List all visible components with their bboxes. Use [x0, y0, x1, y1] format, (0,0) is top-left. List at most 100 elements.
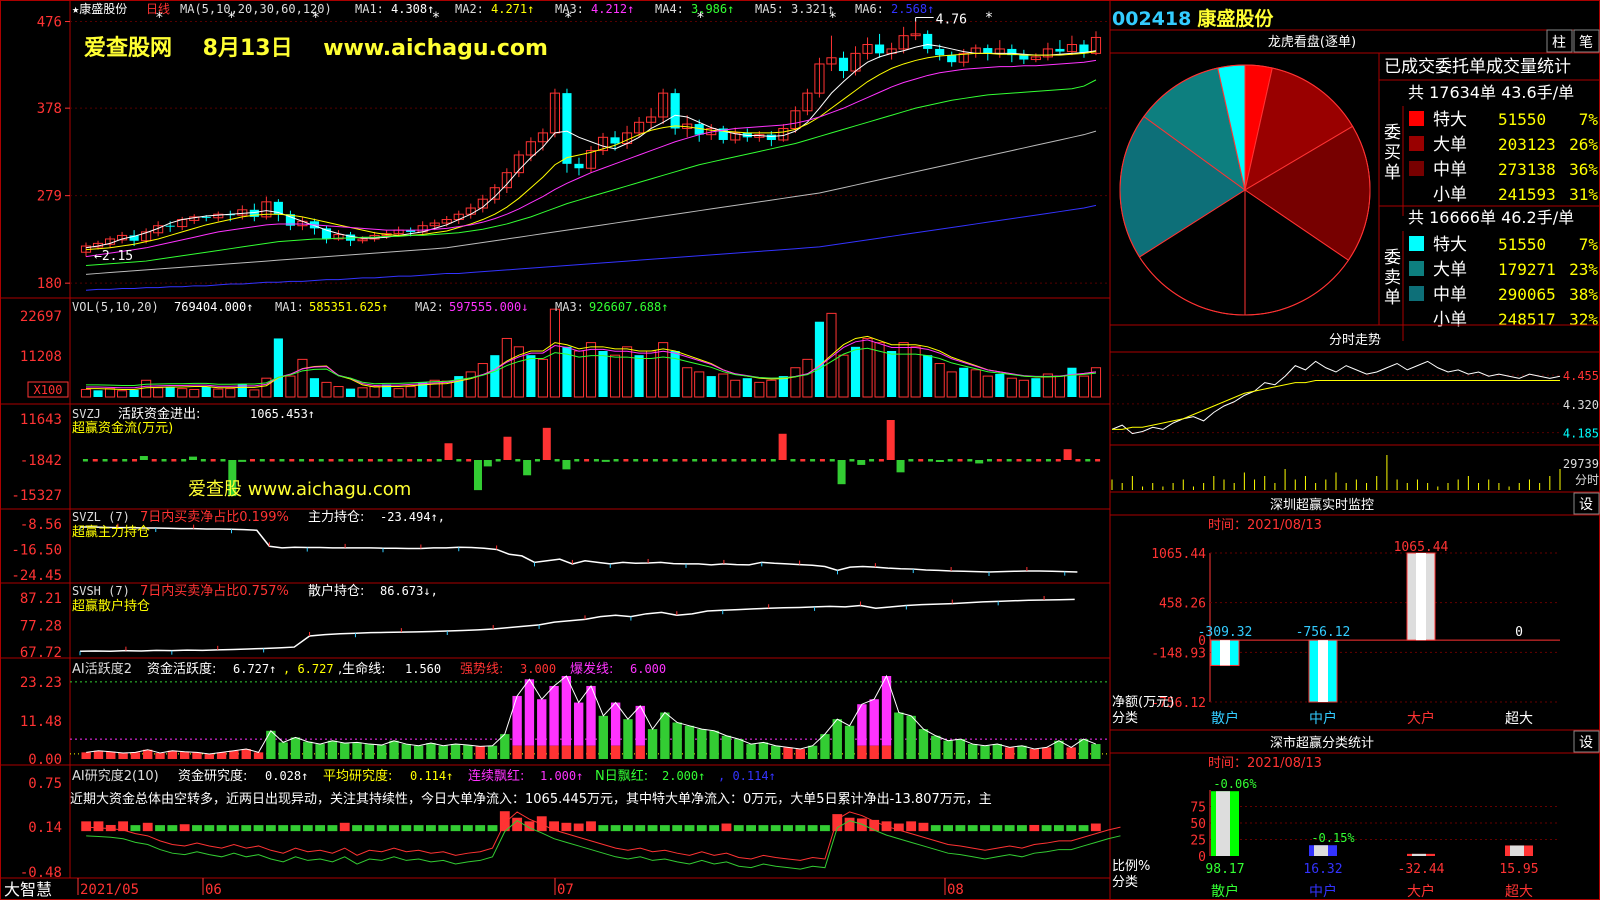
flow-dash [633, 459, 639, 462]
vol-bar [1018, 379, 1029, 398]
flow-dash [132, 459, 138, 462]
activity-bar [376, 745, 387, 759]
activity-bar [340, 743, 350, 759]
svzl-y-tick: -24.45 [11, 568, 62, 584]
stock-terminal: 476378279180★康盛股份 日线 MA(5,10,20,30,60,120)… [0, 0, 1600, 900]
vol-bar [93, 390, 103, 397]
research-bar [401, 825, 412, 832]
vol-bar [1042, 373, 1053, 398]
szfl-time: 时间：2021/08/13 [1208, 756, 1322, 771]
lhb-title: 龙虎看盘(逐单) [1268, 34, 1356, 50]
buy-row-pct: 36% [1569, 160, 1598, 179]
buy-row-value: 241593 [1498, 185, 1556, 204]
star-marker: * [828, 10, 836, 26]
research-bar [1029, 824, 1040, 832]
research-bar [647, 825, 658, 832]
research-bar [241, 825, 252, 832]
activity-bar [943, 740, 953, 759]
activity-bar [537, 745, 547, 759]
activity-bar [327, 740, 338, 759]
vol-bar [730, 379, 741, 398]
aihy-v4: 6.000 [630, 662, 666, 676]
y-tick-label: 378 [37, 101, 62, 117]
activity-bar [721, 735, 732, 759]
activity-bar [167, 750, 178, 759]
research-bar [561, 822, 572, 832]
vol-bar [1067, 367, 1077, 397]
research-bar [302, 825, 313, 832]
szfl-bar-label: 16.32 [1303, 862, 1342, 877]
research-bar [438, 825, 449, 832]
research-bar [918, 822, 929, 832]
ma-value: 4.212↑ [591, 2, 634, 16]
vol-bar [477, 363, 488, 398]
research-bar [1041, 825, 1052, 832]
szjk-bar-label: 0 [1515, 625, 1523, 640]
vol-bar [682, 367, 693, 398]
aiyj-v2: 0.114↑ [410, 769, 453, 783]
activity-bar [352, 742, 362, 759]
flow-dash [122, 459, 128, 462]
szfl-ylabel: 比例% [1112, 859, 1150, 874]
szjk-cat: 大户 [1407, 710, 1435, 727]
flow-bar [139, 456, 148, 460]
intraday-vol-label: 分时 [1575, 473, 1599, 487]
time-label: 07 [557, 882, 574, 898]
vol-bar [718, 373, 729, 398]
buy-row-pct: 7% [1579, 110, 1599, 129]
flow-bar [444, 443, 453, 460]
flow-dash [692, 459, 698, 462]
vol-ma-value: 585351.625↑ [309, 300, 388, 314]
vol-bar [706, 376, 716, 397]
activity-bar [1054, 740, 1064, 759]
flow-dash [534, 459, 540, 462]
research-bar [339, 822, 350, 832]
vol-unit: X100 [34, 383, 63, 397]
activity-bar [1066, 747, 1076, 759]
research-bar [955, 825, 966, 832]
activity-bar [1029, 749, 1039, 759]
watermark-mid: 爱查股 www.aichagu.com [188, 479, 412, 500]
aihy-v1b: , 6.727 [283, 662, 334, 676]
research-bar [290, 825, 301, 832]
flow-dash [358, 459, 364, 462]
research-bar [930, 825, 941, 832]
ma-label: MA6: [855, 2, 884, 16]
vol-bar [898, 342, 909, 398]
star-marker: * [564, 10, 572, 26]
activity-bar [586, 745, 596, 759]
szfl-cat: 超大 [1505, 884, 1533, 900]
activity-bar [303, 741, 313, 759]
research-bar [155, 825, 165, 832]
flow-dash [986, 459, 992, 462]
ma-value: 4.308↑ [391, 2, 434, 16]
flow-dash [770, 459, 776, 462]
y-tick-label: 279 [37, 189, 62, 205]
aihy-v3: 3.000 [520, 662, 556, 676]
sell-swatch [1408, 310, 1425, 327]
activity-bar [549, 685, 559, 746]
flow-dash [711, 459, 717, 462]
flow-dash [908, 459, 914, 462]
activity-bar [549, 745, 559, 759]
research-bar [376, 825, 387, 832]
flow-dash [299, 459, 305, 462]
flow-dash [377, 459, 383, 462]
activity-bar [869, 745, 879, 759]
activity-bar [1091, 744, 1101, 759]
flow-dash [102, 459, 108, 462]
flow-dash [721, 459, 727, 462]
stock-title: 002418 康盛股份 [1112, 8, 1274, 30]
lhb-btn-label: 柱 [1552, 35, 1566, 51]
research-bar [81, 821, 92, 832]
aiyj-y-tick: 0.75 [28, 776, 62, 792]
flow-bar [473, 460, 482, 491]
flow-dash [181, 459, 187, 462]
flow-dash [200, 459, 206, 462]
sell-row-pct: 38% [1569, 285, 1598, 304]
ma-value: 2.568↑ [891, 2, 934, 16]
activity-bar [241, 749, 251, 759]
buy-row-pct: 26% [1569, 135, 1598, 154]
vol-bar [609, 354, 621, 398]
ai-analysis-text: 近期大资金总体由空转多，近两日出现异动，关注其持续性，今日大单净流入：1065.… [70, 792, 992, 807]
